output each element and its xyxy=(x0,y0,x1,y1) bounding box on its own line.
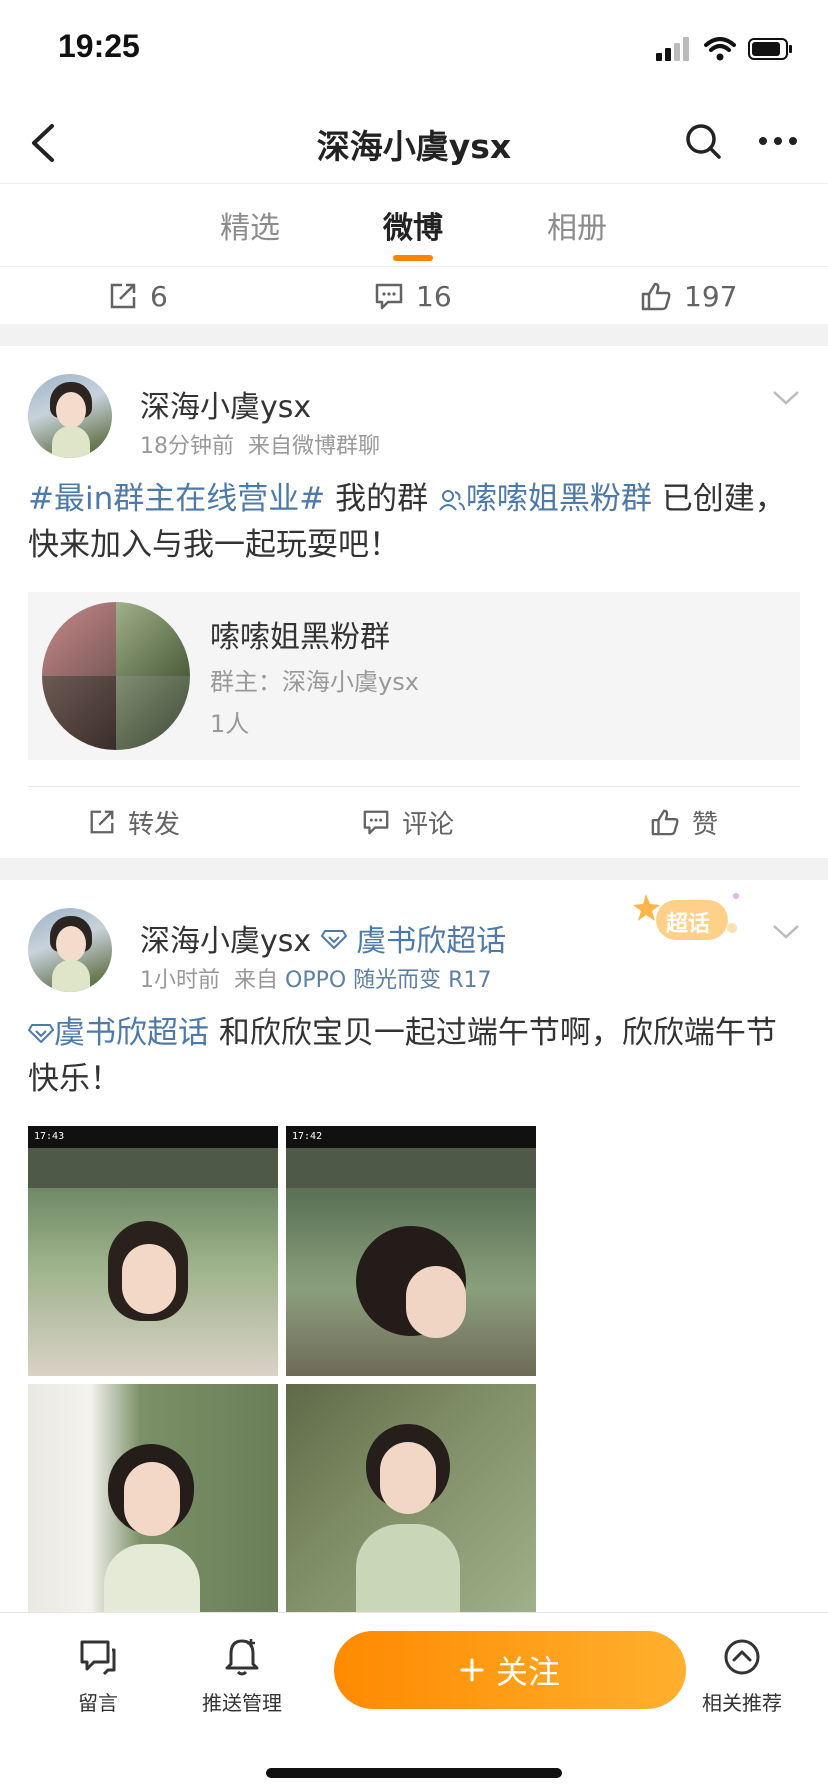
post-actions: 转发 评论 赞 xyxy=(28,786,800,856)
post-meta: 1小时前 来自 OPPO 随光而变 R17 xyxy=(140,962,491,994)
avatar[interactable] xyxy=(28,374,112,458)
group-card[interactable]: 嗦嗦姐黑粉群 群主：深海小虞ysx 1人 xyxy=(28,592,800,760)
comment-label: 评论 xyxy=(402,809,455,840)
repost-icon xyxy=(110,283,136,309)
post-content: #最in群主在线营业# 我的群 嗦嗦姐黑粉群 已创建，快来加入与我一起玩耍吧！ xyxy=(28,476,800,568)
hashtag-link[interactable]: #最in群主在线营业# xyxy=(28,481,325,517)
comment-stat[interactable]: 16 xyxy=(374,268,452,324)
photo-status-time: 17:43 xyxy=(34,1131,65,1142)
search-button[interactable] xyxy=(678,116,728,166)
push-settings-label: 推送管理 xyxy=(202,1691,282,1715)
content-topic-link[interactable]: 虞书欣超话 xyxy=(54,1015,209,1051)
feed-divider xyxy=(0,858,828,880)
photo-thumbnail[interactable] xyxy=(286,1384,536,1612)
super-topic-badge[interactable]: 超话 xyxy=(632,888,742,950)
comment-icon xyxy=(375,283,403,310)
chevron-up-circle-icon xyxy=(724,1639,760,1675)
repost-label: 转发 xyxy=(128,809,181,840)
post-text: 我的群 xyxy=(325,481,438,517)
profile-tabs: 精选 微博 相册 xyxy=(0,185,828,267)
repost-stat[interactable]: 6 xyxy=(108,268,168,324)
push-settings-button[interactable]: 推送管理 xyxy=(182,1635,302,1716)
comment-icon xyxy=(363,810,389,835)
diamond-icon xyxy=(28,1024,54,1043)
status-icons xyxy=(656,34,794,64)
post-username-line: 深海小虞ysx 虞书欣超话 xyxy=(140,916,506,960)
message-label: 留言 xyxy=(78,1691,118,1715)
related-recommend-label: 相关推荐 xyxy=(702,1691,782,1715)
like-button[interactable]: 赞 xyxy=(650,787,718,857)
avatar[interactable] xyxy=(28,908,112,992)
photo-status-time: 17:42 xyxy=(292,1131,323,1142)
bell-icon xyxy=(225,1639,259,1676)
prev-post-stats: 6 16 197 xyxy=(0,268,828,324)
more-icon xyxy=(759,137,797,145)
more-button[interactable] xyxy=(750,116,806,166)
like-count: 197 xyxy=(684,279,738,313)
diamond-icon xyxy=(320,930,347,949)
photo-thumbnail[interactable]: 17:43 xyxy=(28,1126,278,1376)
status-bar: 19:25 xyxy=(0,0,828,100)
search-icon xyxy=(686,124,721,159)
chevron-down-icon[interactable] xyxy=(772,922,800,942)
thumbs-up-icon xyxy=(641,282,671,311)
bottom-action-bar: 留言 推送管理 关注 相关推荐 xyxy=(0,1612,828,1792)
tab-featured[interactable]: 精选 xyxy=(220,203,280,247)
post-content: 虞书欣超话 和欣欣宝贝一起过端午节啊，欣欣端午节快乐！ xyxy=(28,1010,800,1102)
post-username[interactable]: 深海小虞ysx xyxy=(140,382,311,426)
group-owner: 群主：深海小虞ysx xyxy=(210,668,419,696)
comment-count: 16 xyxy=(416,279,452,313)
wifi-icon xyxy=(704,37,736,61)
status-time: 19:25 xyxy=(58,28,140,64)
like-label: 赞 xyxy=(692,809,719,840)
related-recommend-button[interactable]: 相关推荐 xyxy=(682,1635,802,1716)
group-avatar xyxy=(42,602,190,750)
post-username[interactable]: 深海小虞ysx xyxy=(140,924,311,959)
post-source-device[interactable]: OPPO 随光而变 R17 xyxy=(285,968,491,993)
message-icon xyxy=(80,1640,116,1676)
topic-link[interactable]: 虞书欣超话 xyxy=(356,924,506,959)
tab-album[interactable]: 相册 xyxy=(547,203,607,247)
signal-icon xyxy=(656,37,689,61)
post-card: 深海小虞ysx 虞书欣超话 1小时前 来自 OPPO 随光而变 R17 超话 虞… xyxy=(0,880,828,1612)
repost-count: 6 xyxy=(150,279,168,313)
nav-bar: 深海小虞ysx xyxy=(0,100,828,184)
tab-weibo[interactable]: 微博 xyxy=(383,203,443,247)
post-source: 来自微博群聊 xyxy=(248,434,381,459)
group-name: 嗦嗦姐黑粉群 xyxy=(210,620,390,655)
photo-thumbnail[interactable] xyxy=(28,1384,278,1612)
group-icon xyxy=(439,490,465,511)
follow-button[interactable]: 关注 xyxy=(334,1631,686,1709)
post-time: 1小时前 xyxy=(140,968,220,993)
repost-icon xyxy=(90,810,114,834)
repost-button[interactable]: 转发 xyxy=(88,787,180,857)
photo-status-bar: 17:42 xyxy=(286,1126,536,1148)
feed-divider xyxy=(0,324,828,346)
battery-icon xyxy=(748,38,792,60)
super-topic-badge-label: 超话 xyxy=(666,912,711,937)
post-card: 深海小虞ysx 18分钟前 来自微博群聊 #最in群主在线营业# 我的群 嗦嗦姐… xyxy=(0,346,828,858)
post-meta: 18分钟前 来自微博群聊 xyxy=(140,428,380,460)
home-indicator[interactable] xyxy=(266,1768,562,1778)
like-stat[interactable]: 197 xyxy=(640,268,737,324)
group-link[interactable]: 嗦嗦姐黑粉群 xyxy=(466,481,652,517)
chevron-down-icon[interactable] xyxy=(772,388,800,408)
post-source-prefix: 来自 xyxy=(234,968,279,993)
comment-button[interactable]: 评论 xyxy=(362,787,454,857)
photo-thumbnail[interactable]: 17:42 xyxy=(286,1126,536,1376)
message-button[interactable]: 留言 xyxy=(38,1635,158,1716)
group-member-count: 1人 xyxy=(210,710,250,738)
photo-grid: 17:43 17:42 xyxy=(28,1126,540,1612)
plus-icon xyxy=(460,1658,484,1682)
follow-label: 关注 xyxy=(495,1653,560,1691)
tab-active-indicator xyxy=(393,255,433,261)
thumbs-up-icon xyxy=(651,809,679,836)
post-time: 18分钟前 xyxy=(140,434,234,459)
photo-status-bar: 17:43 xyxy=(28,1126,278,1148)
